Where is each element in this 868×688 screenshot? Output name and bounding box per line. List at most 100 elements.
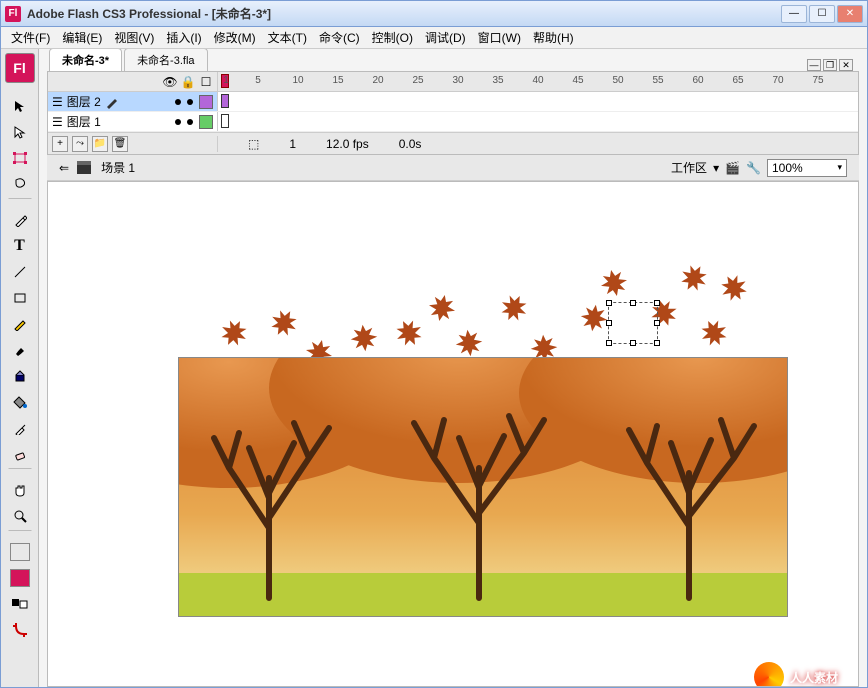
resize-handle[interactable] (606, 320, 612, 326)
layer-frames[interactable] (218, 112, 858, 131)
doc-min-button[interactable]: — (807, 59, 821, 71)
keyframe-icon[interactable] (221, 114, 229, 128)
scene-name[interactable]: 场景 1 (101, 159, 135, 176)
maple-leaf-icon[interactable] (423, 289, 461, 327)
maximize-button[interactable]: ☐ (809, 5, 835, 23)
zoom-tool[interactable] (6, 504, 34, 528)
resize-handle[interactable] (654, 300, 660, 306)
hand-tool[interactable] (6, 478, 34, 502)
maple-leaf-icon[interactable] (693, 312, 736, 355)
document-tabs: 未命名-3* 未命名-3.fla — ❐ ✕ (39, 49, 867, 71)
menu-debug[interactable]: 调试(D) (421, 27, 470, 48)
lock-dot[interactable] (187, 119, 193, 125)
resize-handle[interactable] (630, 300, 636, 306)
stroke-color[interactable] (6, 540, 34, 564)
color-swap-icon[interactable] (6, 592, 34, 616)
menu-commands[interactable]: 命令(C) (315, 27, 364, 48)
pen-tool[interactable] (6, 208, 34, 232)
eyedropper-tool[interactable] (6, 416, 34, 440)
menu-bar: 文件(F) 编辑(E) 视图(V) 插入(I) 修改(M) 文本(T) 命令(C… (1, 27, 867, 49)
fill-color[interactable] (6, 566, 34, 590)
layer-icon: ☰ (52, 115, 63, 129)
maple-leaf-icon[interactable] (672, 256, 715, 299)
snap-to-objects-icon[interactable] (6, 618, 34, 642)
resize-handle[interactable] (654, 320, 660, 326)
layer-color-swatch[interactable] (199, 115, 213, 129)
layer-row[interactable]: ☰ 图层 2 (48, 92, 858, 112)
menu-insert[interactable]: 插入(I) (162, 27, 205, 48)
brush-tool[interactable] (6, 338, 34, 362)
ruler-tick: 45 (572, 75, 583, 86)
ruler-tick: 75 (812, 75, 823, 86)
delete-layer-button[interactable]: 🗑 (112, 136, 128, 152)
maple-leaf-icon[interactable] (262, 301, 305, 344)
layer-color-swatch[interactable] (199, 95, 213, 109)
ink-bottle-tool[interactable] (6, 364, 34, 388)
new-layer-button[interactable]: + (52, 136, 68, 152)
rectangle-tool[interactable] (6, 286, 34, 310)
doc-tab-active[interactable]: 未命名-3* (49, 49, 122, 71)
paint-bucket-tool[interactable] (6, 390, 34, 414)
app-icon: Fl (5, 6, 21, 22)
menu-file[interactable]: 文件(F) (7, 27, 54, 48)
keyframe-icon[interactable] (221, 94, 229, 108)
frame-rate: 12.0 fps (326, 137, 369, 151)
new-motion-guide-button[interactable]: ⤳ (72, 136, 88, 152)
maple-leaf-icon[interactable] (493, 287, 536, 330)
text-tool[interactable]: T (6, 234, 34, 258)
pencil-tool[interactable] (6, 312, 34, 336)
outline-column-icon[interactable]: ☐ (199, 75, 213, 89)
resize-handle[interactable] (654, 340, 660, 346)
maple-leaf-icon[interactable] (346, 320, 381, 355)
visibility-dot[interactable] (175, 119, 181, 125)
doc-tab-inactive[interactable]: 未命名-3.fla (124, 49, 207, 71)
lasso-tool[interactable] (6, 172, 34, 196)
app-window: Fl Adobe Flash CS3 Professional - [未命名-3… (0, 0, 868, 688)
selection-tool[interactable] (6, 94, 34, 118)
maple-leaf-icon[interactable] (595, 264, 633, 302)
menu-control[interactable]: 控制(O) (368, 27, 417, 48)
minimize-button[interactable]: — (781, 5, 807, 23)
lock-dot[interactable] (187, 99, 193, 105)
doc-restore-button[interactable]: ❐ (823, 59, 837, 71)
menu-edit[interactable]: 编辑(E) (58, 27, 106, 48)
current-frame: 1 (289, 137, 296, 151)
menu-view[interactable]: 视图(V) (110, 27, 158, 48)
visibility-column-icon[interactable]: 👁 (163, 75, 177, 89)
new-folder-button[interactable]: 📁 (92, 136, 108, 152)
maple-leaf-icon[interactable] (451, 325, 487, 361)
ruler-tick: 50 (612, 75, 623, 86)
menu-modify[interactable]: 修改(M) (210, 27, 260, 48)
menu-text[interactable]: 文本(T) (264, 27, 311, 48)
ruler-tick: 25 (412, 75, 423, 86)
maple-leaf-icon[interactable] (212, 311, 255, 354)
resize-handle[interactable] (606, 340, 612, 346)
workspace-label[interactable]: 工作区 (671, 159, 707, 176)
maple-leaf-icon[interactable] (712, 266, 756, 310)
onion-skin-icon[interactable]: ⬚ (248, 137, 259, 151)
visibility-dot[interactable] (175, 99, 181, 105)
edit-scene-icon[interactable]: 🎬 (725, 161, 740, 175)
close-button[interactable]: ✕ (837, 5, 863, 23)
zoom-combo[interactable]: 100% (767, 159, 847, 177)
subselection-tool[interactable] (6, 120, 34, 144)
resize-handle[interactable] (630, 340, 636, 346)
edit-symbols-icon[interactable]: 🔧 (746, 161, 761, 175)
resize-handle[interactable] (606, 300, 612, 306)
lock-column-icon[interactable]: 🔒 (181, 75, 195, 89)
stage[interactable]: 人人素材 (47, 181, 859, 687)
frames-ruler[interactable]: 151015202530354045505560657075 (218, 72, 858, 91)
line-tool[interactable] (6, 260, 34, 284)
canvas-artwork (178, 357, 788, 617)
menu-help[interactable]: 帮助(H) (529, 27, 578, 48)
back-icon[interactable]: ⇐ (59, 161, 69, 175)
menu-window[interactable]: 窗口(W) (474, 27, 525, 48)
free-transform-tool[interactable] (6, 146, 34, 170)
layer-row[interactable]: ☰ 图层 1 (48, 112, 858, 132)
eraser-tool[interactable] (6, 442, 34, 466)
layer-frames[interactable] (218, 92, 858, 111)
doc-close-button[interactable]: ✕ (839, 59, 853, 71)
selection-box[interactable] (608, 302, 658, 344)
tool-divider-3 (8, 530, 32, 538)
workspace-dropdown-icon[interactable]: ▾ (713, 161, 719, 175)
